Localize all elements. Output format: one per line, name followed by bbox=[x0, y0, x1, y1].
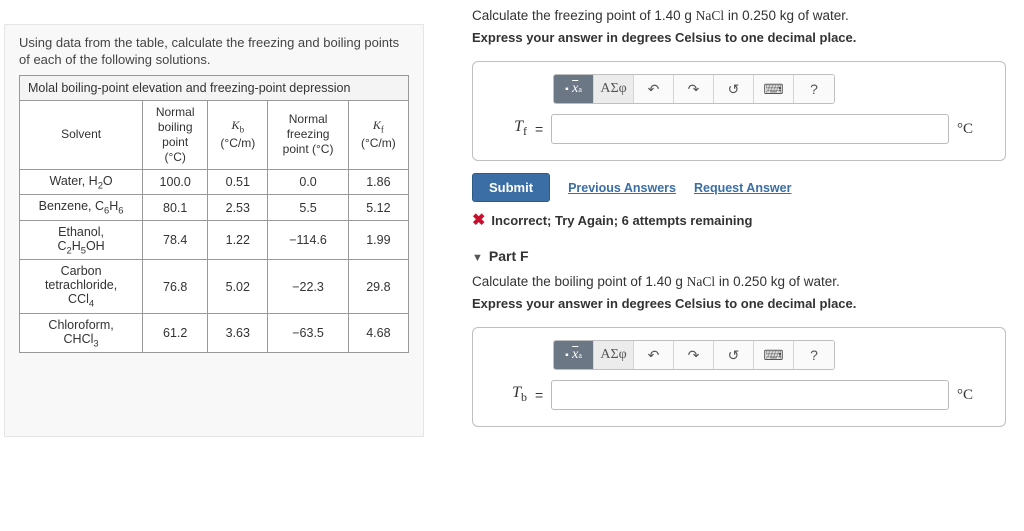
col-kf: Kf (°C/m) bbox=[348, 100, 408, 169]
table-row: Water, H2O100.00.510.01.86 bbox=[20, 169, 409, 195]
cell-nfp: −63.5 bbox=[268, 313, 348, 353]
cell-nbp: 76.8 bbox=[143, 260, 208, 314]
cell-kb: 3.63 bbox=[208, 313, 268, 353]
part-f-toolbar: ▪ xa ΑΣφ ↶ ↷ ↺ ⌨ ? bbox=[553, 340, 835, 370]
left-intro: Using data from the table, calculate the… bbox=[19, 35, 409, 69]
equals: = bbox=[535, 121, 543, 137]
cell-kb: 0.51 bbox=[208, 169, 268, 195]
table-title: Molal boiling-point elevation and freezi… bbox=[20, 75, 409, 100]
cell-nbp: 80.1 bbox=[143, 195, 208, 221]
part-e-prompt: Calculate the freezing point of 1.40 g N… bbox=[472, 8, 1006, 24]
cell-solvent: Benzene, C6H6 bbox=[20, 195, 143, 221]
keyboard-button[interactable]: ⌨ bbox=[754, 341, 794, 369]
redo-button[interactable]: ↷ bbox=[674, 341, 714, 369]
submit-button[interactable]: Submit bbox=[472, 173, 550, 202]
reset-button[interactable]: ↺ bbox=[714, 75, 754, 103]
cell-solvent: Ethanol,C2H5OH bbox=[20, 220, 143, 260]
part-e-unit: °C bbox=[957, 121, 985, 138]
request-answer-link[interactable]: Request Answer bbox=[694, 181, 791, 195]
cell-nfp: −114.6 bbox=[268, 220, 348, 260]
cell-kf: 5.12 bbox=[348, 195, 408, 221]
part-e-instruct: Express your answer in degrees Celsius t… bbox=[472, 30, 1006, 45]
cell-solvent: Chloroform,CHCl3 bbox=[20, 313, 143, 353]
part-f-answer-box: ▪ xa ΑΣφ ↶ ↷ ↺ ⌨ ? Tb = °C bbox=[472, 327, 1006, 427]
part-e-answer-box: ▪ xa ΑΣφ ↶ ↷ ↺ ⌨ ? Tf = °C bbox=[472, 61, 1006, 161]
special-chars-button[interactable]: ΑΣφ bbox=[594, 75, 634, 103]
reset-button[interactable]: ↺ bbox=[714, 341, 754, 369]
templates-button[interactable]: ▪ xa bbox=[554, 341, 594, 369]
undo-button[interactable]: ↶ bbox=[634, 341, 674, 369]
help-button[interactable]: ? bbox=[794, 75, 834, 103]
redo-button[interactable]: ↷ bbox=[674, 75, 714, 103]
part-f-variable: Tb bbox=[493, 384, 527, 405]
cell-kb: 5.02 bbox=[208, 260, 268, 314]
incorrect-icon: ✖ bbox=[472, 212, 485, 229]
col-kb: Kb (°C/m) bbox=[208, 100, 268, 169]
part-f-prompt: Calculate the boiling point of 1.40 g Na… bbox=[472, 274, 1006, 290]
cell-nfp: 0.0 bbox=[268, 169, 348, 195]
left-panel: Using data from the table, calculate the… bbox=[4, 24, 424, 437]
cell-kb: 1.22 bbox=[208, 220, 268, 260]
equals: = bbox=[535, 387, 543, 403]
cell-kf: 1.86 bbox=[348, 169, 408, 195]
cell-kf: 1.99 bbox=[348, 220, 408, 260]
part-e-toolbar: ▪ xa ΑΣφ ↶ ↷ ↺ ⌨ ? bbox=[553, 74, 835, 104]
table-row: Ethanol,C2H5OH78.41.22−114.61.99 bbox=[20, 220, 409, 260]
special-chars-button[interactable]: ΑΣφ bbox=[594, 341, 634, 369]
part-e-variable: Tf bbox=[493, 118, 527, 139]
table-row: Chloroform,CHCl361.23.63−63.54.68 bbox=[20, 313, 409, 353]
col-solvent: Solvent bbox=[20, 100, 143, 169]
undo-button[interactable]: ↶ bbox=[634, 75, 674, 103]
part-e-feedback: ✖Incorrect; Try Again; 6 attempts remain… bbox=[472, 210, 1006, 230]
chevron-down-icon: ▼ bbox=[472, 252, 483, 264]
cell-solvent: Carbontetrachloride,CCl4 bbox=[20, 260, 143, 314]
table-row: Carbontetrachloride,CCl476.85.02−22.329.… bbox=[20, 260, 409, 314]
part-e-answer-input[interactable] bbox=[551, 114, 949, 144]
cell-nfp: 5.5 bbox=[268, 195, 348, 221]
templates-button[interactable]: ▪ xa bbox=[554, 75, 594, 103]
keyboard-button[interactable]: ⌨ bbox=[754, 75, 794, 103]
col-nbp: Normal boiling point (°C) bbox=[143, 100, 208, 169]
table-row: Benzene, C6H680.12.535.55.12 bbox=[20, 195, 409, 221]
cell-nbp: 61.2 bbox=[143, 313, 208, 353]
cell-solvent: Water, H2O bbox=[20, 169, 143, 195]
data-table: Molal boiling-point elevation and freezi… bbox=[19, 75, 409, 354]
cell-nbp: 78.4 bbox=[143, 220, 208, 260]
part-f-instruct: Express your answer in degrees Celsius t… bbox=[472, 296, 1006, 311]
cell-kf: 4.68 bbox=[348, 313, 408, 353]
cell-nfp: −22.3 bbox=[268, 260, 348, 314]
help-button[interactable]: ? bbox=[794, 341, 834, 369]
part-f-answer-input[interactable] bbox=[551, 380, 949, 410]
col-nfp: Normal freezing point (°C) bbox=[268, 100, 348, 169]
cell-nbp: 100.0 bbox=[143, 169, 208, 195]
part-f-header[interactable]: ▼Part F bbox=[472, 248, 1006, 264]
previous-answers-link[interactable]: Previous Answers bbox=[568, 181, 676, 195]
right-panel: Calculate the freezing point of 1.40 g N… bbox=[424, 0, 1024, 437]
cell-kb: 2.53 bbox=[208, 195, 268, 221]
cell-kf: 29.8 bbox=[348, 260, 408, 314]
part-f-unit: °C bbox=[957, 387, 985, 404]
